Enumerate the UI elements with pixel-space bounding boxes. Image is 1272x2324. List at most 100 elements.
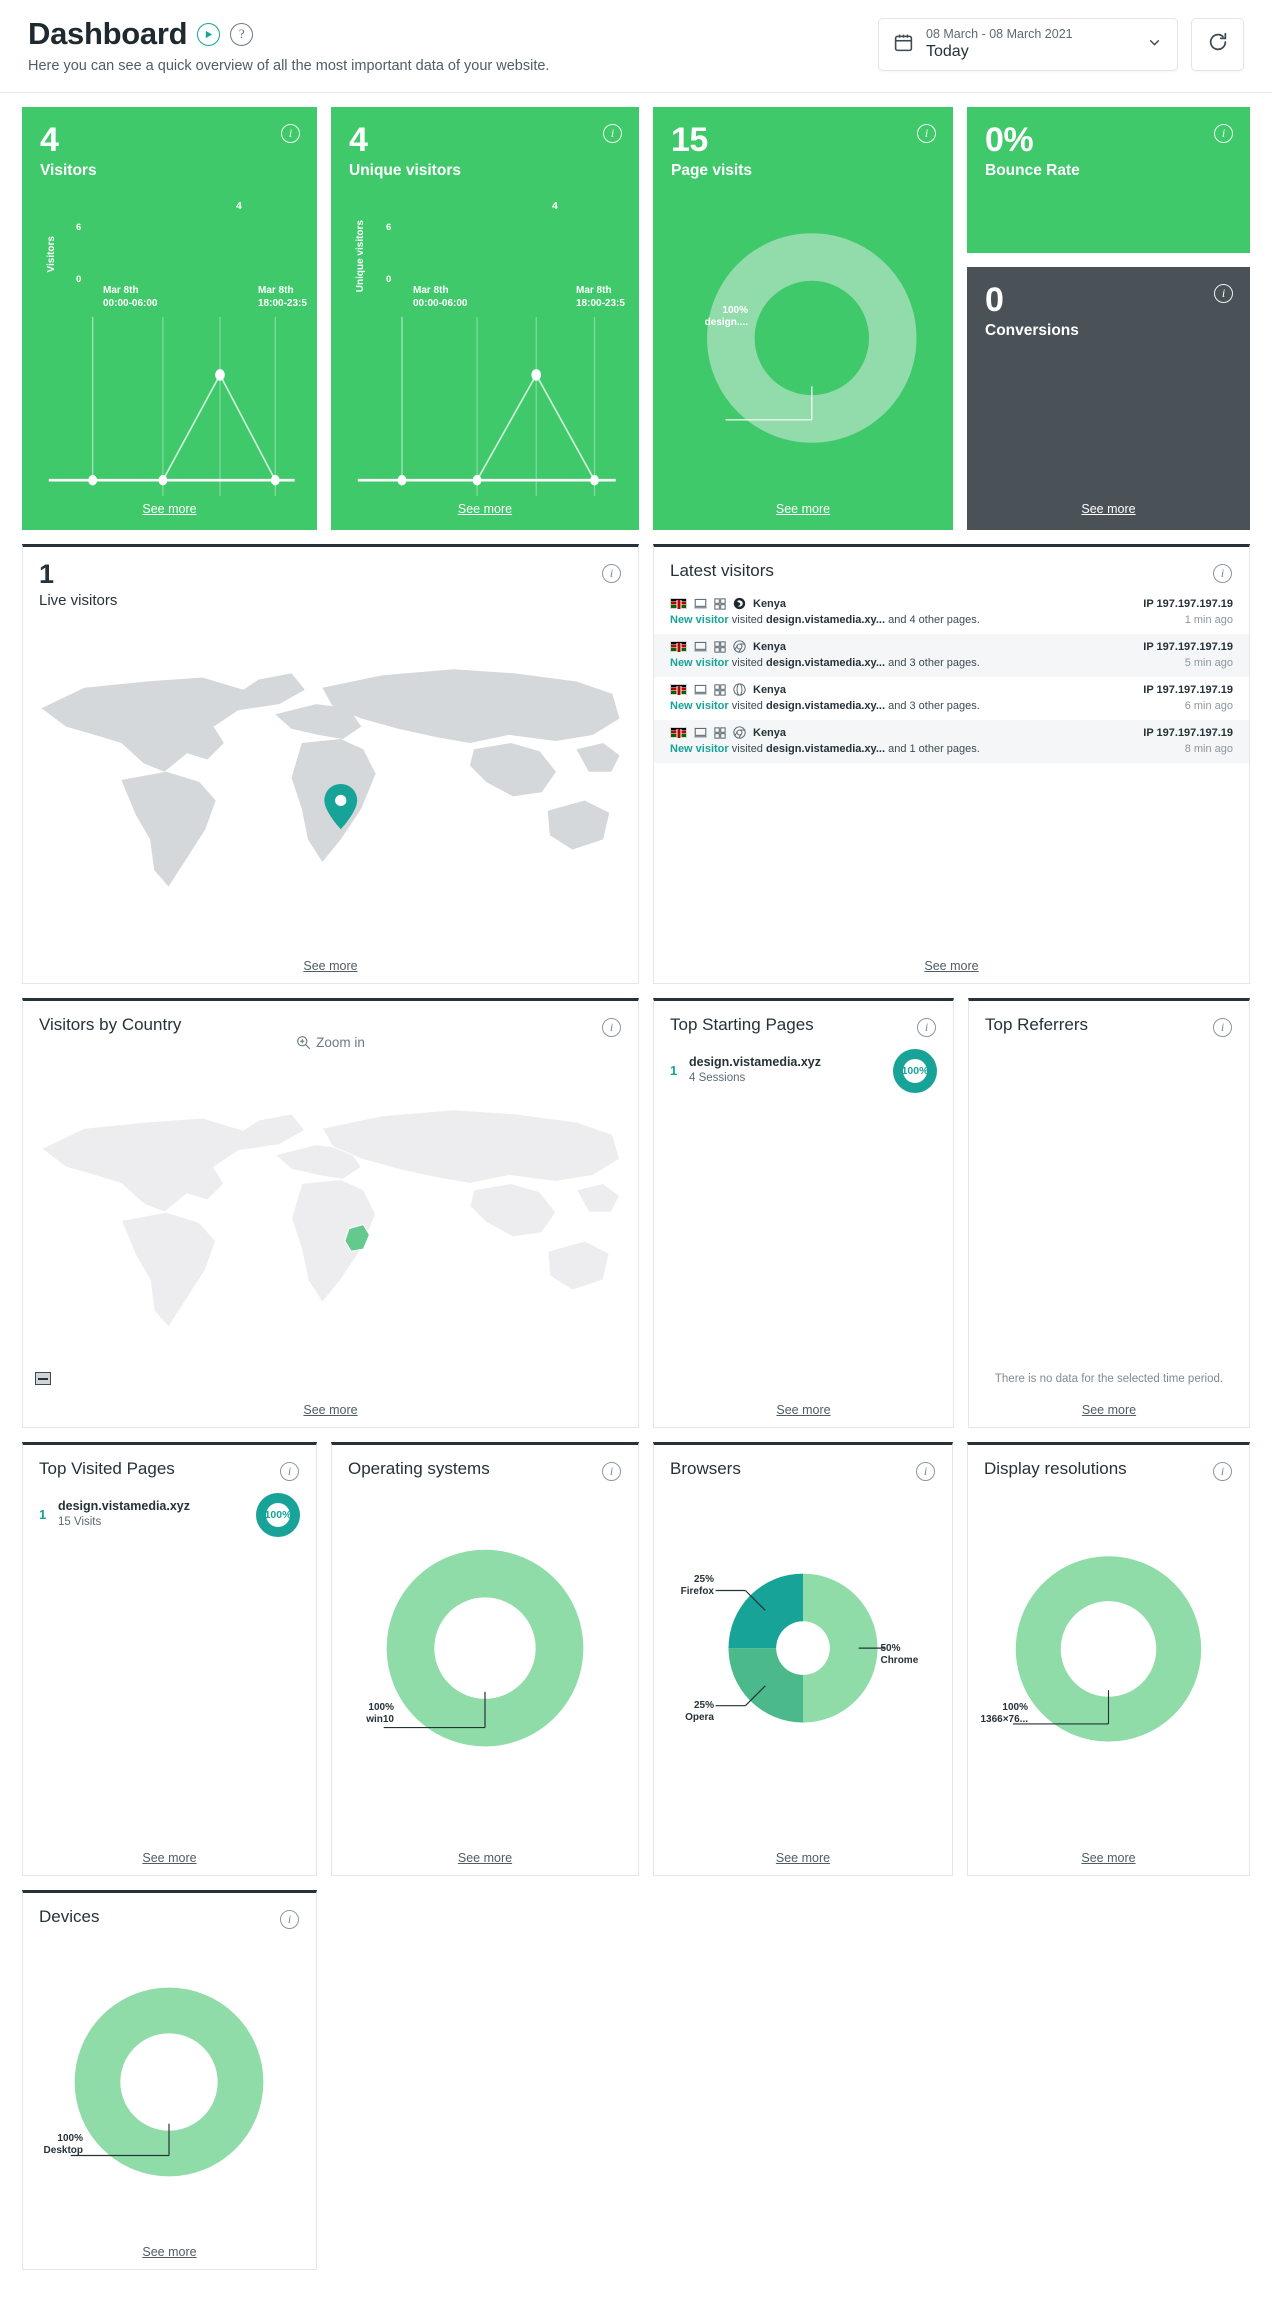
zoom-in-control[interactable]: Zoom in (23, 1035, 638, 1050)
info-icon[interactable]: i (603, 123, 622, 143)
desktop-icon (694, 599, 707, 609)
data-point-label: 4 (236, 199, 242, 212)
table-row[interactable]: Kenya New visitor visited design.vistame… (654, 677, 1249, 720)
info-icon[interactable]: i (1213, 1461, 1232, 1481)
live-visitors-label: Live visitors (39, 591, 118, 609)
live-visitors-map[interactable] (23, 613, 638, 951)
list-item[interactable]: 1 design.vistamedia.xyz 15 Visits 100% (23, 1483, 316, 1537)
see-more-link[interactable]: See more (23, 951, 638, 983)
info-icon[interactable]: i (1213, 1017, 1232, 1037)
see-more-link[interactable]: See more (23, 2237, 316, 2269)
empty-spacer (331, 1890, 1250, 2270)
info-icon[interactable]: i (602, 1017, 621, 1037)
map-legend-icon[interactable] (35, 1371, 51, 1385)
country-label: Kenya (753, 640, 787, 653)
see-more-link[interactable]: See more (654, 1395, 953, 1427)
info-icon[interactable]: i (602, 1461, 621, 1481)
y-axis-label: Visitors (46, 235, 57, 273)
header-controls: 08 March - 08 March 2021 Today (878, 16, 1244, 71)
windows-icon (714, 727, 726, 739)
chevron-down-icon[interactable] (1146, 34, 1163, 56)
percent-ring: 100% (256, 1492, 300, 1537)
panel-title: Visitors by Country (39, 1014, 182, 1034)
see-more-link[interactable]: See more (332, 1843, 638, 1875)
zoom-in-icon (297, 1035, 311, 1049)
help-circle-icon[interactable]: ? (230, 22, 254, 46)
visited-page[interactable]: design.vistamedia.xy... (766, 700, 885, 712)
info-icon[interactable]: i (280, 1461, 299, 1481)
table-row[interactable]: Kenya New visitor visited design.vistame… (654, 633, 1249, 677)
visitor-status: New visitor (670, 614, 729, 627)
info-icon[interactable]: i (917, 123, 936, 143)
kpi-card-unique-visitors: i 4 Unique visitors 6 0 Unique visitors … (331, 106, 639, 530)
see-more-link[interactable]: See more (23, 1843, 316, 1875)
x-tick-first: Mar 8th 00:00-06:00 (413, 284, 468, 309)
visited-page[interactable]: design.vistamedia.xy... (766, 614, 885, 626)
play-circle-icon[interactable] (197, 22, 221, 46)
country-map[interactable] (23, 1050, 638, 1395)
kenya-flag-icon (670, 641, 687, 653)
highlighted-country-kenya[interactable] (344, 1223, 371, 1252)
operating-systems-donut-chart: 100% win10 (332, 1483, 638, 1843)
see-more-link[interactable]: See more (671, 496, 935, 520)
kpi-label: Bounce Rate (985, 161, 1080, 179)
table-row[interactable]: Kenya New visitor visited design.vistame… (654, 591, 1249, 634)
percent-value: 100% (264, 1508, 292, 1521)
display-resolutions-donut-chart: 100% 1366×76... (968, 1483, 1249, 1843)
info-icon[interactable]: i (281, 123, 300, 143)
kpi-card-page-visits: i 15 Page visits 100% design.... See mor… (653, 106, 953, 530)
visitor-ip: IP 197.197.197.19 (1143, 683, 1233, 696)
kpi-row: i 4 Visitors 6 0 Visitors 4 Mar 8th 00:0… (22, 106, 1250, 530)
see-more-link[interactable]: See more (349, 496, 621, 520)
country-map-svg (40, 1108, 621, 1328)
see-more-link[interactable]: See more (968, 1843, 1249, 1875)
visited-page[interactable]: design.vistamedia.xy... (766, 657, 885, 669)
display-resolutions-donut-svg (1012, 1555, 1202, 1742)
see-more-link[interactable]: See more (985, 496, 1232, 520)
info-icon[interactable]: i (1213, 563, 1232, 583)
chrome-icon (733, 726, 746, 739)
see-more-link[interactable]: See more (654, 1843, 952, 1875)
see-more-link[interactable]: See more (969, 1395, 1249, 1427)
visit-tail: and 4 other pages. (888, 614, 980, 627)
data-point-label: 4 (552, 199, 558, 212)
windows-icon (714, 598, 726, 610)
visit-tail: and 1 other pages. (888, 743, 980, 756)
kenya-flag-icon (670, 727, 687, 739)
info-icon[interactable]: i (280, 1909, 299, 1929)
windows-icon (714, 641, 726, 653)
donut-label-percent: 100% (722, 304, 748, 316)
page-name: design.vistamedia.xyz (689, 1055, 822, 1070)
visit-tail: and 3 other pages. (888, 700, 980, 713)
date-range-picker[interactable]: 08 March - 08 March 2021 Today (878, 18, 1178, 71)
donut-label-percent: 100% (1002, 1702, 1028, 1714)
panel-top-referrers: Top Referrers i There is no data for the… (968, 997, 1250, 1428)
info-icon[interactable]: i (917, 1017, 936, 1037)
kpi-label: Conversions (985, 321, 1079, 339)
world-map-svg (41, 668, 620, 887)
table-row[interactable]: Kenya New visitor visited design.vistame… (654, 719, 1249, 763)
live-visitors-count: 1 (39, 558, 55, 589)
windows-icon (714, 684, 726, 696)
kpi-value: 4 (349, 120, 368, 159)
panel-title: Devices (39, 1906, 100, 1926)
info-icon[interactable]: i (1214, 283, 1233, 303)
panel-display-resolutions: Display resolutions i 100% 1366×76... Se… (967, 1441, 1250, 1876)
devices-donut-svg (70, 1987, 264, 2176)
see-more-link[interactable]: See more (40, 496, 299, 520)
visited-page[interactable]: design.vistamedia.xy... (766, 743, 885, 755)
percent-ring: 100% (893, 1048, 937, 1093)
see-more-link[interactable]: See more (654, 951, 1249, 983)
kpi-value: 0 (985, 280, 1004, 319)
rank-number: 1 (39, 1507, 47, 1523)
list-item[interactable]: 1 design.vistamedia.xyz 4 Sessions 100% (654, 1039, 953, 1093)
x-tick-last: Mar 8th 18:00-23:5 (576, 284, 625, 309)
kpi-value: 15 (671, 120, 708, 159)
info-icon[interactable]: i (1214, 123, 1233, 143)
see-more-link[interactable]: See more (23, 1395, 638, 1427)
info-icon[interactable]: i (916, 1461, 935, 1481)
info-icon[interactable]: i (602, 563, 621, 583)
refresh-button[interactable] (1191, 18, 1244, 71)
live-row: 1 Live visitors i See more Latest visito… (22, 543, 1250, 984)
page-sessions: 4 Sessions (689, 1072, 746, 1085)
